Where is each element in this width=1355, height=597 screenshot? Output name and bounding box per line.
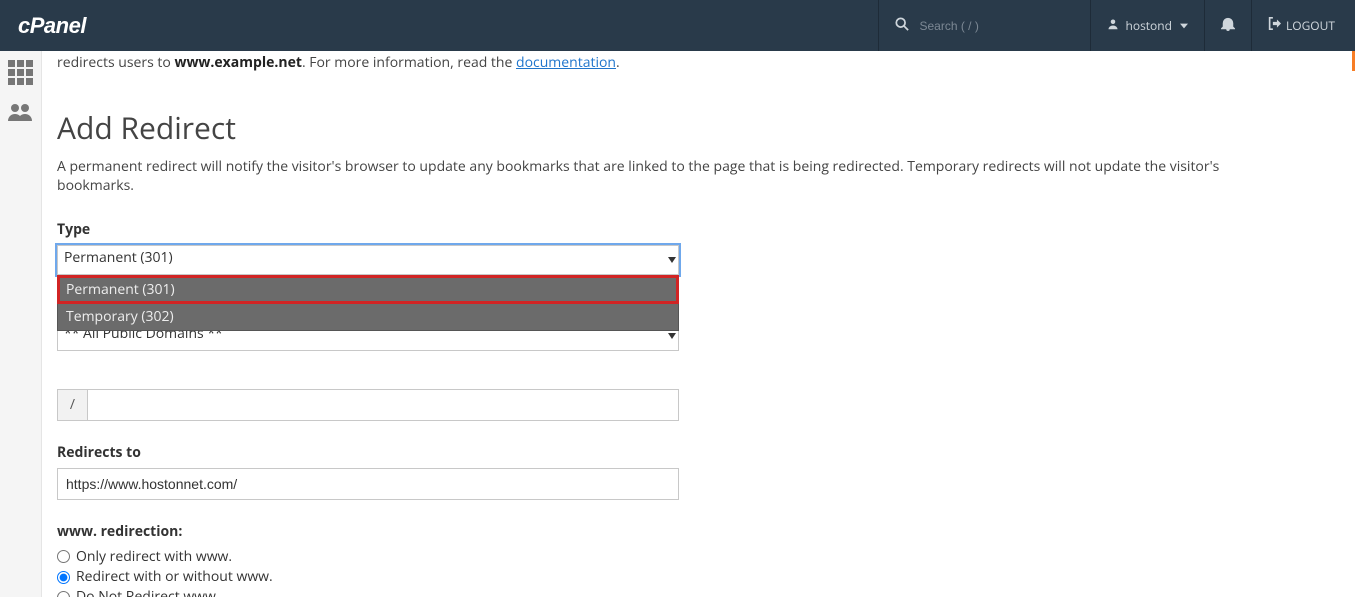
type-select-wrap: Permanent (301) Permanent (301) Temporar…	[57, 245, 679, 275]
radio-both-www[interactable]	[57, 571, 70, 584]
www-radio-group: Only redirect with www. Redirect with or…	[57, 547, 1334, 597]
type-row: Type Permanent (301) Permanent (301) Tem…	[57, 220, 1334, 275]
intro-prefix: redirects users to	[57, 53, 174, 72]
main-content: redirects users to www.example.net. For …	[42, 51, 1349, 597]
header-right: hostond LOGOUT	[878, 0, 1355, 51]
www-redirect-label: www. redirection:	[57, 522, 1334, 541]
type-select[interactable]: Permanent (301)	[57, 245, 679, 275]
search-icon	[895, 17, 909, 35]
type-label: Type	[57, 220, 1334, 239]
caret-down-icon	[1180, 17, 1188, 34]
user-menu[interactable]: hostond	[1090, 0, 1204, 51]
type-dropdown: Permanent (301) Temporary (302)	[57, 275, 679, 331]
logo-text: cPanel	[18, 13, 86, 39]
section-description: A permanent redirect will notify the vis…	[57, 158, 1257, 196]
intro-domain: www.example.net	[174, 53, 301, 72]
users-icon	[8, 103, 34, 126]
logout-icon	[1268, 17, 1281, 34]
www-option-only[interactable]: Only redirect with www.	[57, 547, 1334, 567]
path-row: /	[57, 389, 679, 421]
www-redirect-row: www. redirection: Only redirect with www…	[57, 522, 1334, 597]
intro-text: redirects users to www.example.net. For …	[57, 53, 1334, 72]
chevron-down-icon	[668, 333, 676, 339]
top-header: cPanel hostond LOGOUT	[0, 0, 1355, 51]
path-input[interactable]	[87, 389, 679, 421]
notifications-button[interactable]	[1204, 0, 1251, 51]
sidebar-users[interactable]	[0, 94, 41, 135]
logo[interactable]: cPanel	[18, 13, 86, 39]
intro-middle: . For more information, read the	[302, 53, 516, 72]
path-prefix: /	[57, 389, 87, 421]
www-option-both[interactable]: Redirect with or without www.	[57, 567, 1334, 587]
search-input[interactable]	[919, 19, 1074, 33]
user-icon	[1107, 17, 1119, 34]
type-selected-value: Permanent (301)	[64, 248, 173, 267]
redirects-to-label: Redirects to	[57, 443, 1334, 462]
logout-label: LOGOUT	[1286, 17, 1335, 34]
documentation-link[interactable]: documentation	[516, 53, 616, 72]
www-option-none-label: Do Not Redirect www.	[76, 587, 220, 597]
www-option-none[interactable]: Do Not Redirect www.	[57, 587, 1334, 597]
www-option-both-label: Redirect with or without www.	[76, 567, 273, 587]
redirects-to-input[interactable]	[57, 468, 679, 500]
www-option-only-label: Only redirect with www.	[76, 547, 232, 567]
chevron-down-icon	[668, 257, 676, 263]
username-label: hostond	[1125, 17, 1172, 34]
radio-only-www[interactable]	[57, 550, 70, 563]
intro-suffix: .	[616, 53, 620, 72]
logout-button[interactable]: LOGOUT	[1251, 0, 1355, 51]
type-option-temporary[interactable]: Temporary (302)	[58, 303, 678, 330]
type-option-permanent[interactable]: Permanent (301)	[58, 276, 678, 303]
sidebar	[0, 51, 42, 597]
redirects-to-row: Redirects to	[57, 443, 1334, 500]
radio-no-www[interactable]	[57, 591, 70, 597]
search-segment[interactable]	[878, 0, 1090, 51]
page-title: Add Redirect	[57, 107, 1334, 148]
grid-icon	[8, 60, 33, 85]
sidebar-apps[interactable]	[0, 51, 41, 94]
bell-icon	[1221, 17, 1235, 35]
